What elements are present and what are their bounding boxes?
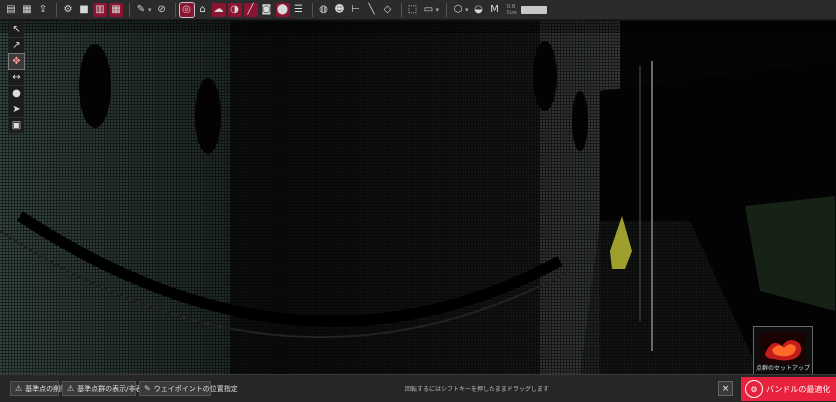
chevron-down-icon[interactable]: ▾ (436, 6, 440, 14)
display-icon[interactable]: ▭ (422, 3, 436, 17)
pointer-icon[interactable]: ➤ (9, 102, 24, 117)
cloud-icon[interactable]: ☁ (211, 2, 226, 17)
target-icon[interactable]: ◎ (178, 1, 195, 18)
open-file-icon[interactable]: ▤ (4, 3, 18, 17)
save-icon[interactable]: ▦ (20, 3, 34, 17)
select-plus-icon[interactable]: ↗ (9, 38, 24, 53)
distance-icon[interactable]: ↔ (9, 70, 24, 85)
delete-icon[interactable]: ⊘ (155, 3, 169, 17)
left-tool-palette: ↖ ↗ ✥ ↔ ● ➤ ▣ (8, 22, 25, 134)
sphere-icon[interactable]: ◑ (227, 2, 242, 17)
toolbar-divider (129, 2, 130, 17)
toolbar-divider (56, 2, 57, 17)
toolbar-divider (311, 2, 313, 17)
camera-orbit-icon[interactable]: ◒ (472, 3, 486, 17)
waypoint-button-label: ウェイポイントの位置指定 (153, 384, 238, 393)
box-icon[interactable]: ▣ (9, 118, 24, 133)
toolbar-divider (446, 2, 448, 17)
thumbnail-label: 点群のセットアップ (755, 365, 810, 372)
delete-button-label: 基準点の削除 (25, 384, 68, 393)
toggle-reference-points-button[interactable]: ⚠ 基準点群の表示/非表示 (62, 381, 150, 396)
user-position-icon[interactable]: ● (9, 86, 24, 101)
map-pin-icon[interactable]: ⬤ (275, 2, 290, 17)
user-pin-icon[interactable]: ☻ (333, 3, 347, 17)
tag-icon[interactable]: ⌂ (196, 3, 210, 17)
pointcloud-setup-thumbnail[interactable]: 点群のセットアップ (753, 326, 813, 374)
close-button[interactable]: × (718, 381, 733, 396)
toolbar-divider (400, 2, 402, 17)
point-size-slider[interactable] (520, 5, 547, 14)
layout-multi-icon[interactable]: ▦ (109, 2, 123, 17)
eyedropper-icon[interactable]: ✎ (134, 3, 148, 17)
warning-icon: ⚠ (15, 384, 23, 393)
settings-icon[interactable]: ⚙ (61, 3, 75, 17)
camera-icon[interactable]: ◙ (260, 3, 274, 17)
chevron-down-icon[interactable]: ▾ (465, 6, 469, 14)
bundle-icon: ⚙ (745, 380, 763, 398)
export-icon[interactable]: ⇪ (36, 3, 50, 17)
pointcloud-setup-preview (760, 332, 806, 364)
toolbar-divider (174, 2, 176, 17)
size-label-line1: O.B (506, 3, 516, 10)
main-toolbar: ▤ ▦ ⇪ ⚙ ■ ▥ ▦ ✎ ▾ ⊘ ◎ ⌂ ☁ ◑ ╱ ◙ ⬤ ☰ ◍ ☻ … (0, 0, 836, 20)
layout-split-icon[interactable]: ▥ (93, 2, 107, 17)
cube-icon[interactable]: ⬚ (406, 3, 420, 17)
chevron-down-icon[interactable]: ▾ (148, 6, 152, 14)
warning-icon: ⚠ (67, 384, 75, 393)
pencil-icon: ✎ (144, 384, 151, 393)
point-cloud-viewport[interactable]: 点群のセットアップ (0, 21, 836, 374)
delete-reference-points-button[interactable]: ⚠ 基準点の削除 (10, 381, 67, 396)
layers-icon[interactable]: ☰ (292, 3, 306, 17)
box-select-icon[interactable]: ◇ (381, 3, 395, 17)
globe-icon[interactable]: ◍ (317, 3, 331, 17)
measure-icon[interactable]: ╲ (365, 3, 379, 17)
optimize-bundle-button[interactable]: ⚙ バンドルの最適化 (741, 377, 836, 401)
bottom-action-bar: ⚠ 基準点の削除 ⚠ 基準点群の表示/非表示 ✎ ウェイポイントの位置指定 回転するに… (0, 374, 836, 402)
optimize-button-label: バンドルの最適化 (766, 384, 831, 394)
size-label-line2: Size (506, 9, 517, 16)
close-icon: × (721, 383, 730, 394)
size-label: O.B Size (507, 4, 517, 16)
rotation-hint: 回転するにはシフトキーを押したままドラッグします (405, 386, 549, 393)
set-waypoint-button[interactable]: ✎ ウェイポイントの位置指定 (139, 381, 238, 396)
layout-single-icon[interactable]: ■ (77, 3, 91, 17)
draw-line-icon[interactable]: ╱ (243, 2, 258, 17)
select-arrow-icon[interactable]: ↖ (9, 22, 24, 37)
size-toggle-icon[interactable]: M (488, 3, 502, 17)
axes-icon[interactable]: ⊢ (349, 3, 363, 17)
cube-view-icon[interactable]: ⬡ (451, 3, 465, 17)
point-cloud-render (0, 21, 836, 374)
move-icon[interactable]: ✥ (8, 53, 25, 70)
